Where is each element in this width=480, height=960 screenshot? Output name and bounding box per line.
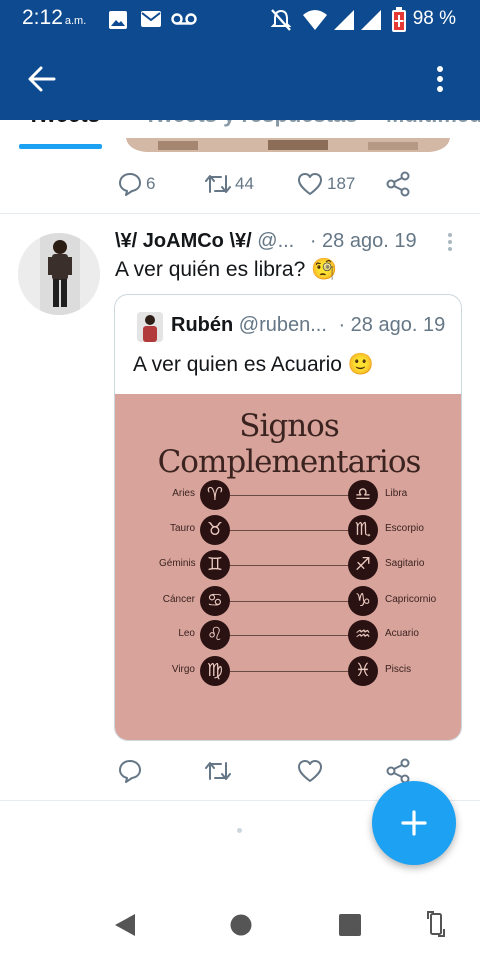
quoted-tweet-header: Rubén @ruben... · 28 ago. 19 <box>171 314 445 337</box>
signal-icon <box>334 10 354 30</box>
reply-button[interactable]: 6 <box>118 172 155 196</box>
like-count: 187 <box>327 174 356 193</box>
infographic-title: Signos Complementarios <box>157 408 422 480</box>
battery-icon <box>392 7 406 32</box>
share-icon[interactable] <box>386 171 412 197</box>
retweet-icon <box>205 175 231 193</box>
sign-pair-row: Cáncer ♋ ♑ Capricornio <box>115 586 461 616</box>
retweet-button[interactable]: 44 <box>205 172 254 196</box>
aquarius-symbol-icon: ♒ <box>348 620 378 650</box>
like-button[interactable]: 187 <box>297 172 355 196</box>
sagittarius-symbol-icon: ♐ <box>348 550 378 580</box>
scorpio-symbol-icon: ♏ <box>348 515 378 545</box>
tab-media[interactable]: Multimedia <box>386 120 480 128</box>
connector-line <box>230 530 348 531</box>
connector-line <box>230 565 348 566</box>
reply-icon <box>119 173 141 196</box>
loading-indicator <box>237 828 242 833</box>
quoted-author-name: Rubén <box>171 314 234 336</box>
tab-tweets[interactable]: Tweets <box>27 120 100 128</box>
sign-left-label: Virgo <box>171 664 195 675</box>
author-avatar[interactable] <box>18 233 100 315</box>
sign-right-label: Piscis <box>385 664 412 675</box>
sign-pair-row: Virgo ♍ ♓ Piscis <box>115 656 461 686</box>
sign-pair-row: Géminis ♊ ♐ Sagitario <box>115 550 461 580</box>
quoted-tweet-text: A ver quien es Acuario 🙂 <box>133 353 374 376</box>
reply-count: 6 <box>146 174 156 193</box>
quoted-tweet-date: · 28 ago. 19 <box>338 314 446 336</box>
home-circle-icon[interactable] <box>229 913 253 937</box>
status-time: 2:12 a.m. <box>22 6 87 29</box>
wifi-icon <box>303 10 327 30</box>
heart-icon[interactable] <box>297 759 323 783</box>
compose-tweet-button[interactable] <box>372 781 456 865</box>
sign-right-label: Libra <box>385 488 408 499</box>
aries-symbol-icon: ♈ <box>200 480 230 510</box>
arrow-left-icon[interactable] <box>28 66 56 92</box>
leo-symbol-icon: ♌ <box>200 620 230 650</box>
system-navigation-bar <box>0 880 480 960</box>
tweet-more-icon[interactable] <box>446 232 454 252</box>
author-handle[interactable]: @... <box>257 230 294 252</box>
quoted-tweet-card[interactable]: Rubén @ruben... · 28 ago. 19 A ver quien… <box>114 294 462 741</box>
image-icon <box>109 11 127 29</box>
tweet-header: \¥/ JoAMCo \¥/ @... · 28 ago. 19 <box>115 230 417 253</box>
tab-tweets-and-replies[interactable]: Tweets y respuestas <box>144 120 358 128</box>
avatar-photo <box>18 233 100 315</box>
tweet-divider <box>0 213 480 214</box>
retweet-icon[interactable] <box>205 759 231 783</box>
voicemail-icon <box>171 13 197 25</box>
sign-right-label: Acuario <box>385 628 419 639</box>
sign-left-label: Géminis <box>159 558 196 569</box>
connector-line <box>230 671 348 672</box>
quoted-author-handle: @ruben... <box>238 314 327 336</box>
libra-symbol-icon: ♎ <box>348 480 378 510</box>
rotate-screen-icon[interactable] <box>426 910 446 938</box>
plus-icon <box>401 810 427 836</box>
reply-icon[interactable] <box>118 759 142 783</box>
virgo-symbol-icon: ♍ <box>200 656 230 686</box>
signal-icon <box>361 10 381 30</box>
connector-line <box>230 601 348 602</box>
sign-right-label: Escorpio <box>385 523 424 534</box>
status-bar: 2:12 a.m. 98 % <box>0 0 480 40</box>
back-triangle-icon[interactable] <box>113 912 137 938</box>
quoted-author-avatar <box>137 312 163 342</box>
share-icon[interactable] <box>386 758 412 784</box>
author-name[interactable]: \¥/ JoAMCo \¥/ <box>115 230 252 252</box>
taurus-symbol-icon: ♉ <box>200 515 230 545</box>
gemini-symbol-icon: ♊ <box>200 550 230 580</box>
sign-pair-row: Aries ♈ ♎ Libra <box>115 480 461 510</box>
recents-square-icon[interactable] <box>338 913 362 937</box>
app-bar <box>0 40 480 120</box>
connector-line <box>230 495 348 496</box>
cancer-symbol-icon: ♋ <box>200 586 230 616</box>
sign-right-label: Sagitario <box>385 558 425 569</box>
sign-left-label: Leo <box>178 628 195 639</box>
sign-right-label: Capricornio <box>385 594 437 605</box>
tab-active-indicator <box>19 144 102 149</box>
quoted-avatar-photo <box>137 312 163 342</box>
capricorn-symbol-icon: ♑ <box>348 586 378 616</box>
mail-icon <box>141 11 161 27</box>
more-vertical-icon[interactable] <box>434 64 446 94</box>
sign-pair-row: Tauro ♉ ♏ Escorpio <box>115 515 461 545</box>
retweet-count: 44 <box>235 174 254 193</box>
status-ampm: a.m. <box>64 15 87 27</box>
sign-left-label: Aries <box>172 488 195 499</box>
previous-tweet-image <box>126 138 450 152</box>
zodiac-infographic[interactable]: Signos Complementarios Aries ♈ ♎ Libra T… <box>115 394 461 740</box>
sign-pair-row: Leo ♌ ♒ Acuario <box>115 620 461 650</box>
connector-line <box>230 635 348 636</box>
tweet-text: A ver quién es libra? 🧐 <box>115 258 338 281</box>
heart-icon <box>298 173 322 195</box>
sign-left-label: Cáncer <box>162 594 195 605</box>
mute-icon <box>270 9 292 31</box>
pisces-symbol-icon: ♓ <box>348 656 378 686</box>
tweet-date: · 28 ago. 19 <box>309 230 417 252</box>
sign-left-label: Tauro <box>169 523 195 534</box>
battery-percentage: 98 % <box>412 8 456 29</box>
